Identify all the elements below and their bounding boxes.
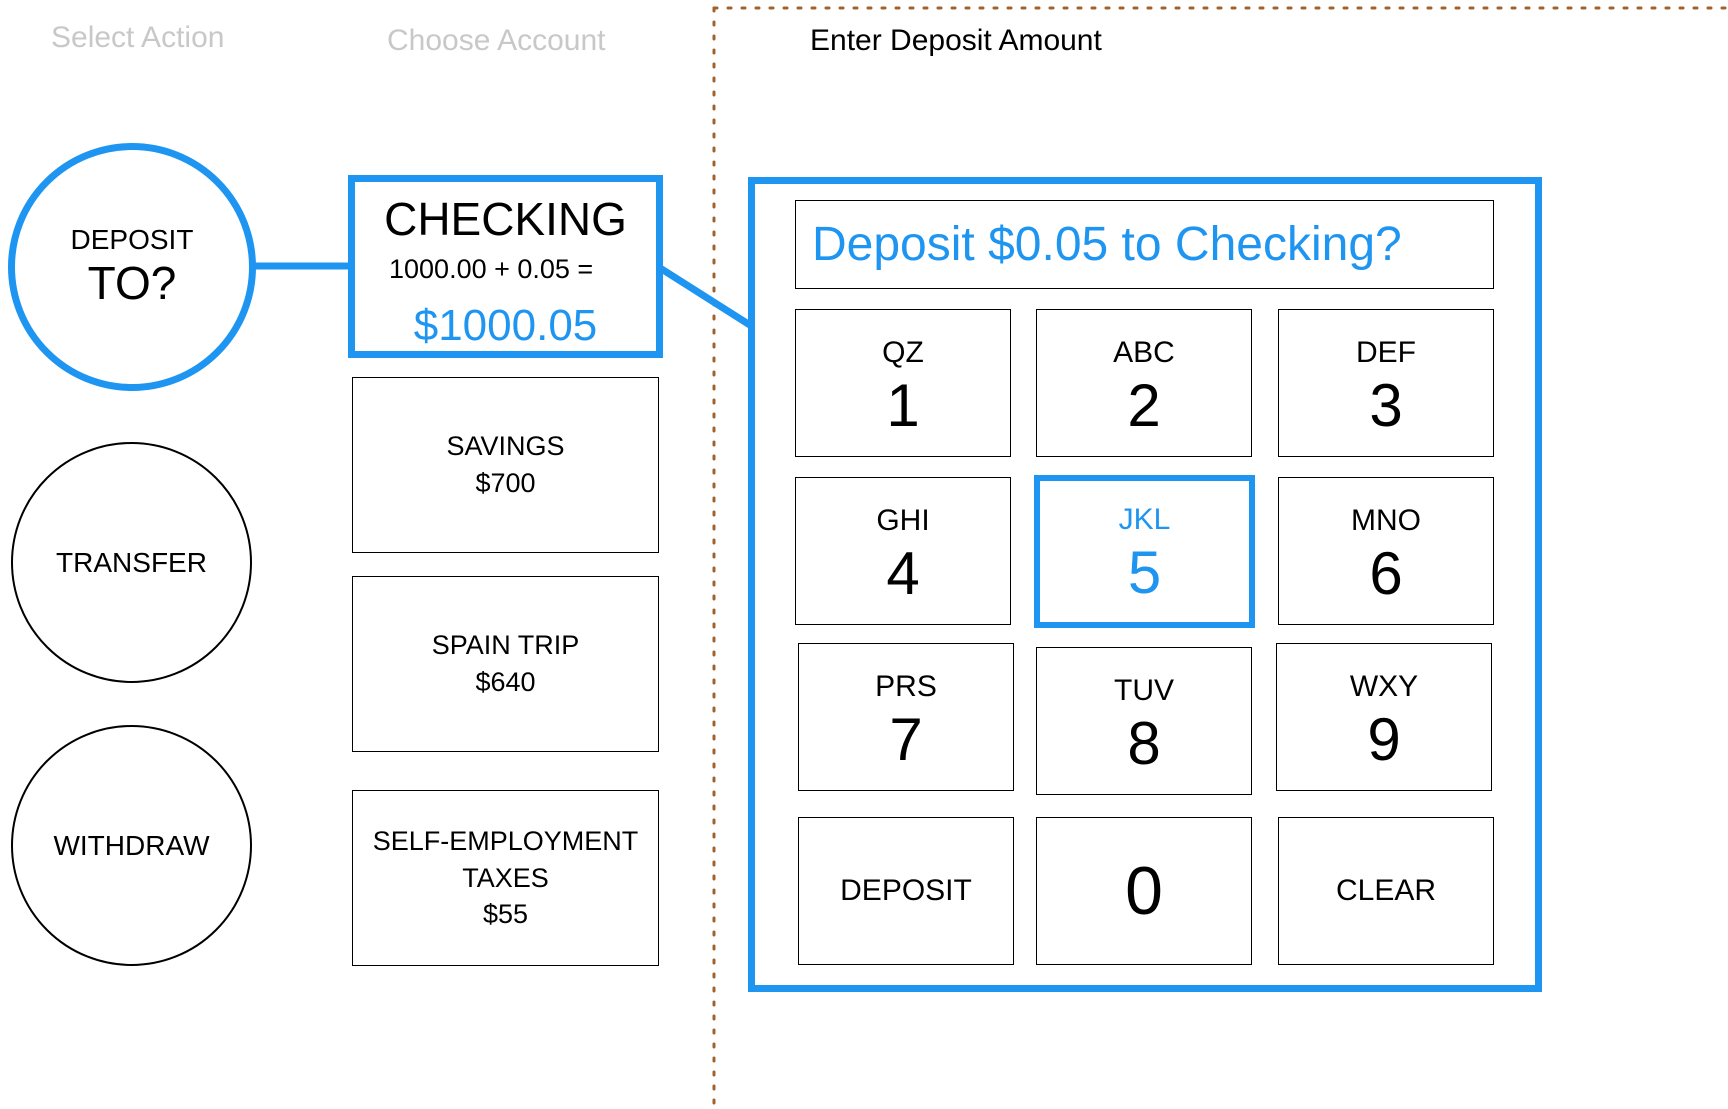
key-1-letters: QZ [882, 336, 924, 369]
key-1[interactable]: QZ 1 [795, 309, 1011, 457]
key-7-letters: PRS [875, 670, 937, 703]
transfer-label: TRANSFER [56, 546, 207, 578]
checking-calculation: 1000.00 + 0.05 = [389, 254, 594, 285]
key-5[interactable]: JKL 5 [1034, 475, 1255, 628]
deposit-prompt: Deposit $0.05 to Checking? [795, 200, 1494, 289]
checking-new-balance: $1000.05 [413, 300, 598, 350]
self-employment-name-line2: TAXES [462, 862, 549, 893]
key-8-letters: TUV [1114, 674, 1174, 707]
savings-balance: $700 [475, 468, 536, 498]
key-6-letters: MNO [1351, 504, 1421, 537]
key-2-digit: 2 [1127, 372, 1161, 439]
key-1-digit: 1 [886, 372, 920, 439]
key-3[interactable]: DEF 3 [1278, 309, 1494, 457]
key-8[interactable]: TUV 8 [1036, 647, 1252, 795]
action-withdraw[interactable]: WITHDRAW [11, 725, 252, 966]
key-4-letters: GHI [876, 504, 930, 537]
key-5-letters: JKL [1118, 503, 1171, 536]
spain-trip-balance: $640 [475, 667, 536, 697]
key-3-digit: 3 [1369, 372, 1403, 439]
savings-name: SAVINGS [446, 431, 565, 462]
key-9[interactable]: WXY 9 [1276, 643, 1492, 791]
deposit-label: DEPOSIT [70, 223, 194, 255]
spain-trip-name: SPAIN TRIP [431, 630, 580, 661]
action-deposit-to[interactable]: DEPOSIT TO? [8, 143, 256, 391]
key-3-letters: DEF [1356, 336, 1416, 369]
to-label: TO? [87, 257, 177, 310]
account-spain-trip[interactable]: SPAIN TRIP $640 [352, 576, 659, 752]
account-checking[interactable]: CHECKING 1000.00 + 0.05 = $1000.05 [348, 175, 663, 358]
key-7[interactable]: PRS 7 [798, 643, 1014, 791]
action-transfer[interactable]: TRANSFER [11, 442, 252, 683]
deposit-button-label: DEPOSIT [840, 874, 972, 907]
self-employment-name-line1: SELF-EMPLOYMENT [372, 825, 639, 856]
key-7-digit: 7 [889, 706, 923, 773]
deposit-button[interactable]: DEPOSIT [798, 817, 1014, 965]
key-6-digit: 6 [1369, 540, 1403, 607]
checking-name: CHECKING [384, 193, 627, 245]
key-9-letters: WXY [1349, 670, 1419, 703]
key-4[interactable]: GHI 4 [795, 477, 1011, 625]
key-0-digit: 0 [1125, 853, 1163, 929]
key-4-digit: 4 [886, 540, 920, 607]
key-9-digit: 9 [1367, 706, 1401, 773]
key-6[interactable]: MNO 6 [1278, 477, 1494, 625]
self-employment-balance: $55 [482, 899, 529, 930]
connector-account-to-keypad [658, 265, 755, 330]
key-0[interactable]: 0 [1036, 817, 1252, 965]
clear-button[interactable]: CLEAR [1278, 817, 1494, 965]
account-savings[interactable]: SAVINGS $700 [352, 377, 659, 553]
key-2[interactable]: ABC 2 [1036, 309, 1252, 457]
account-self-employment-taxes[interactable]: SELF-EMPLOYMENT TAXES $55 [352, 790, 659, 966]
key-8-digit: 8 [1127, 710, 1161, 777]
key-2-letters: ABC [1113, 336, 1175, 369]
clear-button-label: CLEAR [1335, 874, 1437, 907]
key-5-digit: 5 [1127, 539, 1162, 606]
withdraw-label: WITHDRAW [53, 829, 210, 861]
